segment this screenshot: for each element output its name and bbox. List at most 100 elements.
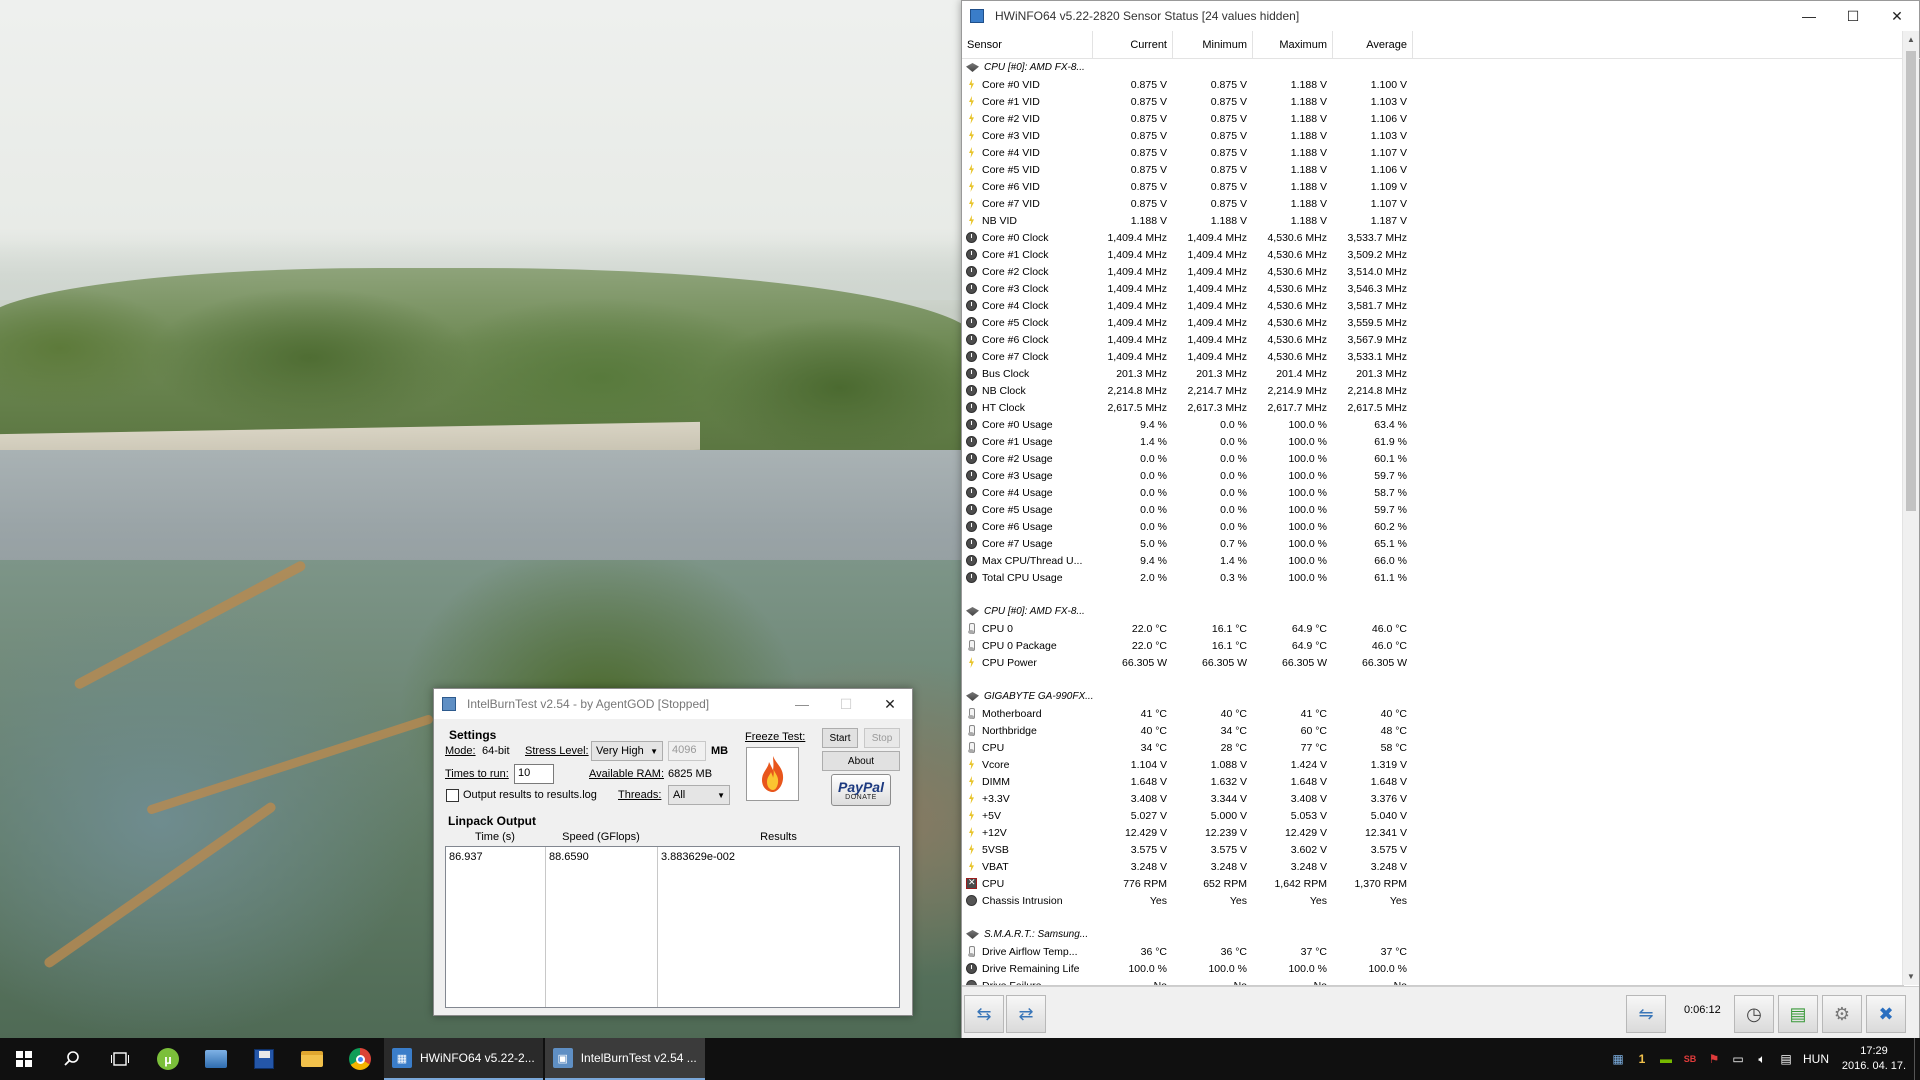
taskbar-app-intelburntest[interactable]: ▣ IntelBurnTest v2.54 ... xyxy=(544,1038,705,1080)
sensor-row[interactable]: Total CPU Usage 2.0 % 0.3 % 100.0 % 61.1 % xyxy=(962,569,1900,586)
sensor-row[interactable]: Core #3 Usage 0.0 % 0.0 % 100.0 % 59.7 % xyxy=(962,467,1900,484)
column-header-average[interactable]: Average xyxy=(1333,31,1413,58)
notifications-icon[interactable]: ▤ xyxy=(1774,1038,1798,1080)
sensor-row[interactable]: Core #6 VID 0.875 V 0.875 V 1.188 V 1.109 V xyxy=(962,178,1900,195)
sensor-row[interactable]: +12V 12.429 V 12.239 V 12.429 V 12.341 V xyxy=(962,824,1900,841)
sensor-row[interactable]: Motherboard 41 °C 40 °C 41 °C 40 °C xyxy=(962,705,1900,722)
search-icon[interactable] xyxy=(48,1038,96,1080)
sensor-group-header[interactable]: CPU [#0]: AMD FX-8... xyxy=(962,59,1900,76)
sensor-row[interactable]: Drive Remaining Life 100.0 % 100.0 % 100.0 … xyxy=(962,960,1900,977)
taskbar-app-hwinfo[interactable]: ▦ HWiNFO64 v5.22-2... xyxy=(384,1038,543,1080)
vertical-scrollbar[interactable]: ▲ ▼ xyxy=(1902,31,1919,985)
network-icon[interactable]: ▭ xyxy=(1726,1038,1750,1080)
about-button[interactable]: About xyxy=(822,751,900,771)
sensor-row[interactable]: Core #1 VID 0.875 V 0.875 V 1.188 V 1.103 V xyxy=(962,93,1900,110)
sensor-row[interactable]: +5V 5.027 V 5.000 V 5.053 V 5.040 V xyxy=(962,807,1900,824)
taskbar-clock[interactable]: 17:29 2016. 04. 17. xyxy=(1834,1044,1914,1074)
sensor-row[interactable]: Core #6 Clock 1,409.4 MHz 1,409.4 MHz 4,530… xyxy=(962,331,1900,348)
collapse-arrows-icon[interactable]: ⇄ xyxy=(1006,995,1046,1033)
sensor-row[interactable]: CPU 0 Package 22.0 °C 16.1 °C 64.9 °C 46.0 °… xyxy=(962,637,1900,654)
settings-gear-icon[interactable]: ⚙ xyxy=(1822,995,1862,1033)
sensor-row[interactable]: VBAT 3.248 V 3.248 V 3.248 V 3.248 V xyxy=(962,858,1900,875)
sensor-row[interactable]: Chassis Intrusion Yes Yes Yes Yes xyxy=(962,892,1900,909)
column-header-sensor[interactable]: Sensor xyxy=(962,31,1093,58)
scanner-app-icon[interactable] xyxy=(192,1038,240,1080)
sensor-row[interactable]: Core #5 Usage 0.0 % 0.0 % 100.0 % 59.7 % xyxy=(962,501,1900,518)
sensor-row[interactable]: Core #7 Clock 1,409.4 MHz 1,409.4 MHz 4,530… xyxy=(962,348,1900,365)
windows-start-icon[interactable] xyxy=(0,1038,48,1080)
volume-icon[interactable]: 🔈︎ xyxy=(1750,1038,1774,1080)
hwinfo-window[interactable]: HWiNFO64 v5.22-2820 Sensor Status [24 va… xyxy=(961,0,1920,1040)
sensor-row[interactable]: Core #0 Usage 9.4 % 0.0 % 100.0 % 63.4 % xyxy=(962,416,1900,433)
sensor-row[interactable]: Core #5 VID 0.875 V 0.875 V 1.188 V 1.106 V xyxy=(962,161,1900,178)
sensor-row[interactable]: Core #7 VID 0.875 V 0.875 V 1.188 V 1.107 V xyxy=(962,195,1900,212)
sensor-row[interactable]: Core #2 Usage 0.0 % 0.0 % 100.0 % 60.1 % xyxy=(962,450,1900,467)
language-indicator[interactable]: HUN xyxy=(1798,1038,1834,1080)
sensor-row[interactable]: Core #4 VID 0.875 V 0.875 V 1.188 V 1.107 V xyxy=(962,144,1900,161)
ibt-titlebar[interactable]: IntelBurnTest v2.54 - by AgentGOD [Stopp… xyxy=(434,689,912,719)
close-button[interactable]: ✕ xyxy=(1875,1,1919,31)
threads-select[interactable]: All ▼ xyxy=(668,785,730,805)
sensor-row[interactable]: +3.3V 3.408 V 3.344 V 3.408 V 3.376 V xyxy=(962,790,1900,807)
sensor-row[interactable]: CPU 0 22.0 °C 16.1 °C 64.9 °C 46.0 °C xyxy=(962,620,1900,637)
sensor-row[interactable]: Core #2 Clock 1,409.4 MHz 1,409.4 MHz 4,530… xyxy=(962,263,1900,280)
sensor-row[interactable]: DIMM 1.648 V 1.632 V 1.648 V 1.648 V xyxy=(962,773,1900,790)
sensor-group-header[interactable]: S.M.A.R.T.: Samsung... xyxy=(962,926,1900,943)
sensor-row[interactable]: Core #1 Clock 1,409.4 MHz 1,409.4 MHz 4,530… xyxy=(962,246,1900,263)
hwinfo-titlebar[interactable]: HWiNFO64 v5.22-2820 Sensor Status [24 va… xyxy=(962,1,1919,31)
sensor-row[interactable]: CPU 34 °C 28 °C 77 °C 58 °C xyxy=(962,739,1900,756)
sensor-row[interactable]: Core #7 Usage 5.0 % 0.7 % 100.0 % 65.1 % xyxy=(962,535,1900,552)
sensor-row[interactable]: Drive FailureNoNoNoNo xyxy=(962,977,1900,985)
close-sensors-icon[interactable]: ✖ xyxy=(1866,995,1906,1033)
scroll-down-icon[interactable]: ▼ xyxy=(1903,968,1919,985)
show-desktop-button[interactable] xyxy=(1914,1038,1920,1080)
sensor-group-header[interactable]: CPU [#0]: AMD FX-8... xyxy=(962,603,1900,620)
times-to-run-input[interactable]: 10 xyxy=(514,764,554,784)
sensor-row[interactable]: Drive Airflow Temp... 36 °C 36 °C 37 °C 37 °… xyxy=(962,943,1900,960)
linpack-output-table[interactable]: 86.937 88.6590 3.883629e-002 xyxy=(445,846,900,1008)
sensor-row[interactable]: Core #3 VID 0.875 V 0.875 V 1.188 V 1.103 V xyxy=(962,127,1900,144)
sensor-row[interactable]: Core #4 Clock 1,409.4 MHz 1,409.4 MHz 4,530… xyxy=(962,297,1900,314)
freeze-test-button[interactable] xyxy=(746,747,799,801)
close-button[interactable]: ✕ xyxy=(868,689,912,719)
scrollbar-thumb[interactable] xyxy=(1906,51,1916,511)
sensor-row[interactable]: Northbridge 40 °C 34 °C 60 °C 48 °C xyxy=(962,722,1900,739)
task-view-icon[interactable] xyxy=(96,1038,144,1080)
save-disk-icon[interactable] xyxy=(240,1038,288,1080)
scroll-up-icon[interactable]: ▲ xyxy=(1903,31,1919,48)
sensor-row[interactable]: Core #5 Clock 1,409.4 MHz 1,409.4 MHz 4,530… xyxy=(962,314,1900,331)
sensor-row[interactable]: Core #4 Usage 0.0 % 0.0 % 100.0 % 58.7 % xyxy=(962,484,1900,501)
network-computers-icon[interactable]: ⇋ xyxy=(1626,995,1666,1033)
paypal-donate-button[interactable]: PayPal DONATE xyxy=(831,774,891,806)
column-header-current[interactable]: Current xyxy=(1093,31,1173,58)
sensor-row[interactable]: NB VID 1.188 V 1.188 V 1.188 V 1.187 V xyxy=(962,212,1900,229)
column-header-minimum[interactable]: Minimum xyxy=(1173,31,1253,58)
file-explorer-icon[interactable] xyxy=(288,1038,336,1080)
add-report-icon[interactable]: ▤ xyxy=(1778,995,1818,1033)
start-button[interactable]: Start xyxy=(822,728,858,748)
minimize-button[interactable]: — xyxy=(780,689,824,719)
sensor-row[interactable]: Max CPU/Thread U... 9.4 % 1.4 % 100.0 % 66.0… xyxy=(962,552,1900,569)
sensor-row[interactable]: NB Clock 2,214.8 MHz 2,214.7 MHz 2,214.9 MH… xyxy=(962,382,1900,399)
sb-tray-icon[interactable]: SB xyxy=(1678,1038,1702,1080)
maximize-button[interactable]: ☐ xyxy=(1831,1,1875,31)
sensor-group-header[interactable]: GIGABYTE GA-990FX... xyxy=(962,688,1900,705)
gpu-tray-icon[interactable]: ▬ xyxy=(1654,1038,1678,1080)
sensor-row[interactable]: Core #0 Clock 1,409.4 MHz 1,409.4 MHz 4,530… xyxy=(962,229,1900,246)
expand-arrows-icon[interactable]: ⇆ xyxy=(964,995,1004,1033)
sensor-row[interactable]: Core #0 VID 0.875 V 0.875 V 1.188 V 1.100 V xyxy=(962,76,1900,93)
sensor-row[interactable]: Core #3 Clock 1,409.4 MHz 1,409.4 MHz 4,530… xyxy=(962,280,1900,297)
tray-counter[interactable]: 1 xyxy=(1630,1038,1654,1080)
output-log-checkbox[interactable] xyxy=(446,789,459,802)
sensor-row[interactable]: Core #6 Usage 0.0 % 0.0 % 100.0 % 60.2 % xyxy=(962,518,1900,535)
hwinfo-tray-icon[interactable]: ▦ xyxy=(1606,1038,1630,1080)
sensor-row[interactable]: Core #1 Usage 1.4 % 0.0 % 100.0 % 61.9 % xyxy=(962,433,1900,450)
sensor-row[interactable]: CPU 776 RPM 652 RPM 1,642 RPM 1,370 RPM xyxy=(962,875,1900,892)
sensor-row[interactable]: 5VSB 3.575 V 3.575 V 3.602 V 3.575 V xyxy=(962,841,1900,858)
intelburntest-window[interactable]: IntelBurnTest v2.54 - by AgentGOD [Stopp… xyxy=(433,688,913,1016)
column-header-maximum[interactable]: Maximum xyxy=(1253,31,1333,58)
flag-tray-icon[interactable]: ⚑ xyxy=(1702,1038,1726,1080)
sensor-row[interactable]: Core #2 VID 0.875 V 0.875 V 1.188 V 1.106 V xyxy=(962,110,1900,127)
chrome-icon[interactable] xyxy=(336,1038,384,1080)
sensor-row[interactable]: HT Clock 2,617.5 MHz 2,617.3 MHz 2,617.7 MH… xyxy=(962,399,1900,416)
